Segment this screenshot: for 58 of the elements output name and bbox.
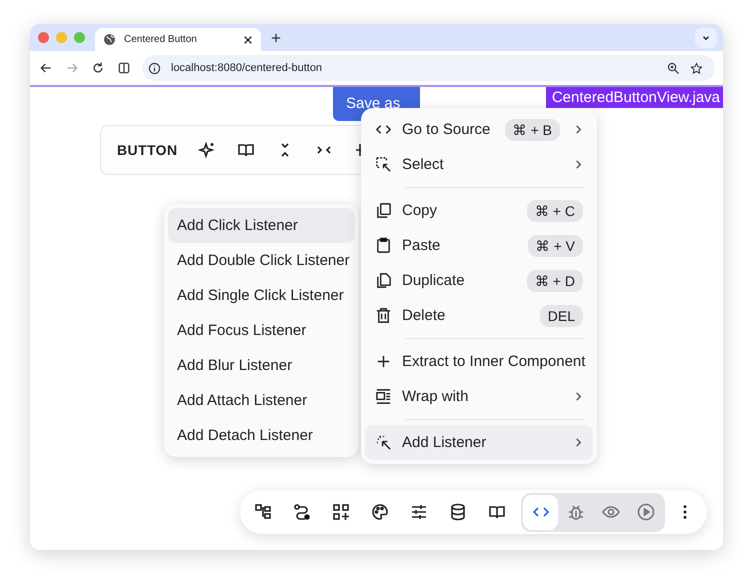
menu-item[interactable]: Copy ⌘ + C	[365, 193, 593, 228]
menu-item[interactable]: Add Attach Listener	[168, 383, 355, 418]
menu-item[interactable]: Add Focus Listener	[168, 313, 355, 348]
menu-item[interactable]: Add Click Listener	[168, 208, 355, 243]
cursor-click-icon	[375, 434, 392, 451]
menu-item[interactable]: Wrap with	[365, 379, 593, 414]
palette-icon[interactable]	[371, 503, 389, 521]
info-icon[interactable]	[148, 62, 161, 74]
bug-icon	[566, 503, 584, 521]
sliders-icon[interactable]	[410, 503, 428, 521]
more-icon[interactable]	[682, 504, 688, 520]
reading-mode-icon[interactable]	[117, 61, 131, 75]
clipboard-icon	[375, 237, 392, 254]
new-tab-icon[interactable]	[271, 32, 281, 42]
shortcut-label: ⌘ + V	[528, 234, 583, 256]
book-icon[interactable]	[237, 141, 256, 159]
select-icon	[375, 156, 392, 173]
play-icon	[636, 503, 654, 521]
browser-tab[interactable]: Centered Button	[95, 28, 261, 51]
element-type-label: BUTTON	[117, 142, 178, 158]
add-widget-icon[interactable]	[332, 503, 350, 521]
reload-icon[interactable]	[91, 61, 105, 75]
tab-search-button[interactable]	[695, 28, 717, 48]
menu-item[interactable]: Delete DEL	[365, 298, 593, 333]
menu-item[interactable]: Add Double Click Listener	[168, 243, 355, 278]
close-tab-icon[interactable]	[243, 34, 253, 44]
plus-icon	[375, 353, 392, 370]
back-icon[interactable]	[39, 61, 53, 75]
wrap-icon	[375, 388, 392, 405]
tab-title: Centered Button	[124, 34, 198, 45]
sparkle-icon[interactable]	[198, 141, 216, 159]
menu-item[interactable]: Extract to Inner Component	[365, 344, 593, 379]
address-field[interactable]: localhost:8080/centered-button	[142, 55, 715, 81]
trash-icon	[375, 307, 392, 324]
shortcut-label: ⌘ + C	[526, 200, 583, 222]
menu-item[interactable]: Duplicate ⌘ + D	[365, 263, 593, 298]
shortcut-label: DEL	[540, 304, 583, 326]
menu-item[interactable]: Add Blur Listener	[168, 348, 355, 383]
code-mode-button[interactable]	[523, 494, 558, 530]
file-name-label: CenteredButtonView.java	[546, 87, 723, 108]
hierarchy-icon[interactable]	[254, 503, 272, 521]
close-window-button[interactable]	[38, 32, 49, 43]
database-icon[interactable]	[449, 503, 467, 521]
copy-icon	[375, 202, 392, 219]
shortcut-label: ⌘ + B	[504, 118, 560, 140]
menu-item[interactable]: Add Detach Listener	[168, 418, 355, 453]
globe-icon	[103, 33, 116, 46]
eye-icon	[602, 503, 620, 521]
book-icon[interactable]	[488, 503, 506, 521]
menu-item[interactable]: Add Single Click Listener	[168, 278, 355, 313]
route-icon[interactable]	[293, 503, 311, 521]
menu-item[interactable]: Select	[365, 147, 593, 182]
duplicate-icon	[375, 272, 392, 289]
zoom-icon[interactable]	[667, 62, 680, 74]
shortcut-label: ⌘ + D	[526, 270, 583, 292]
menu-item[interactable]: Paste ⌘ + V	[365, 228, 593, 263]
star-icon[interactable]	[690, 62, 703, 74]
menu-item[interactable]: Add Listener	[365, 425, 593, 460]
